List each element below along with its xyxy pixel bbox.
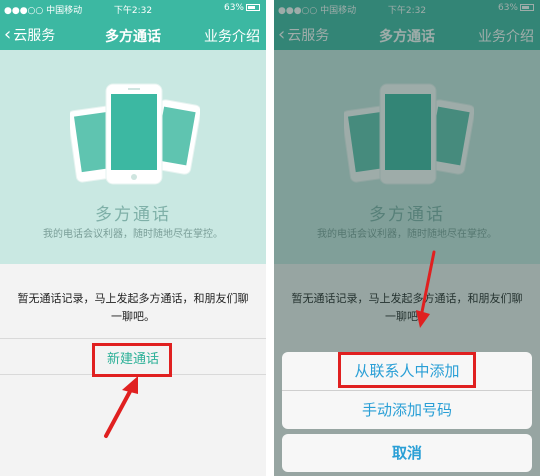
about-button[interactable]: 业务介绍 (204, 26, 260, 46)
battery-icon (246, 4, 260, 11)
right-screen: ●●●○○ 中国移动 下午2:32 63% ‹ 云服务 多方通话 业务介绍 多方… (274, 0, 540, 476)
battery-label: 63% (223, 3, 244, 13)
empty-state-text: 暂无通话记录，马上发起多方通话，和朋友们聊一聊吧。 (17, 292, 249, 323)
left-screen: ●●●○○ 中国移动 下午2:32 63% ‹ 云服务 多方通话 业务介绍 多方… (0, 0, 266, 476)
divider (0, 338, 266, 339)
highlight-box (92, 343, 172, 377)
hero-subtitle: 我的电话会议利器，随时随地尽在掌控。 (43, 229, 223, 240)
battery-indicator: 63% (224, 3, 260, 13)
red-arrow-icon (104, 376, 138, 438)
phones-illustration-icon (70, 83, 200, 185)
hero-banner: 多方通话 我的电话会议利器，随时随地尽在掌控。 (0, 50, 266, 264)
red-arrow-icon (416, 250, 436, 328)
manual-add-number-button[interactable]: 手动添加号码 (282, 391, 532, 429)
cancel-sheet: 取消 (282, 434, 532, 472)
cancel-button[interactable]: 取消 (282, 434, 532, 472)
nav-bar: ‹ 云服务 多方通话 业务介绍 (0, 18, 266, 50)
status-bar: ●●●○○ 中国移动 下午2:32 63% (0, 0, 266, 18)
highlight-box (338, 352, 476, 388)
hero-title: 多方通话 (95, 205, 171, 225)
panel-separator (266, 0, 274, 476)
